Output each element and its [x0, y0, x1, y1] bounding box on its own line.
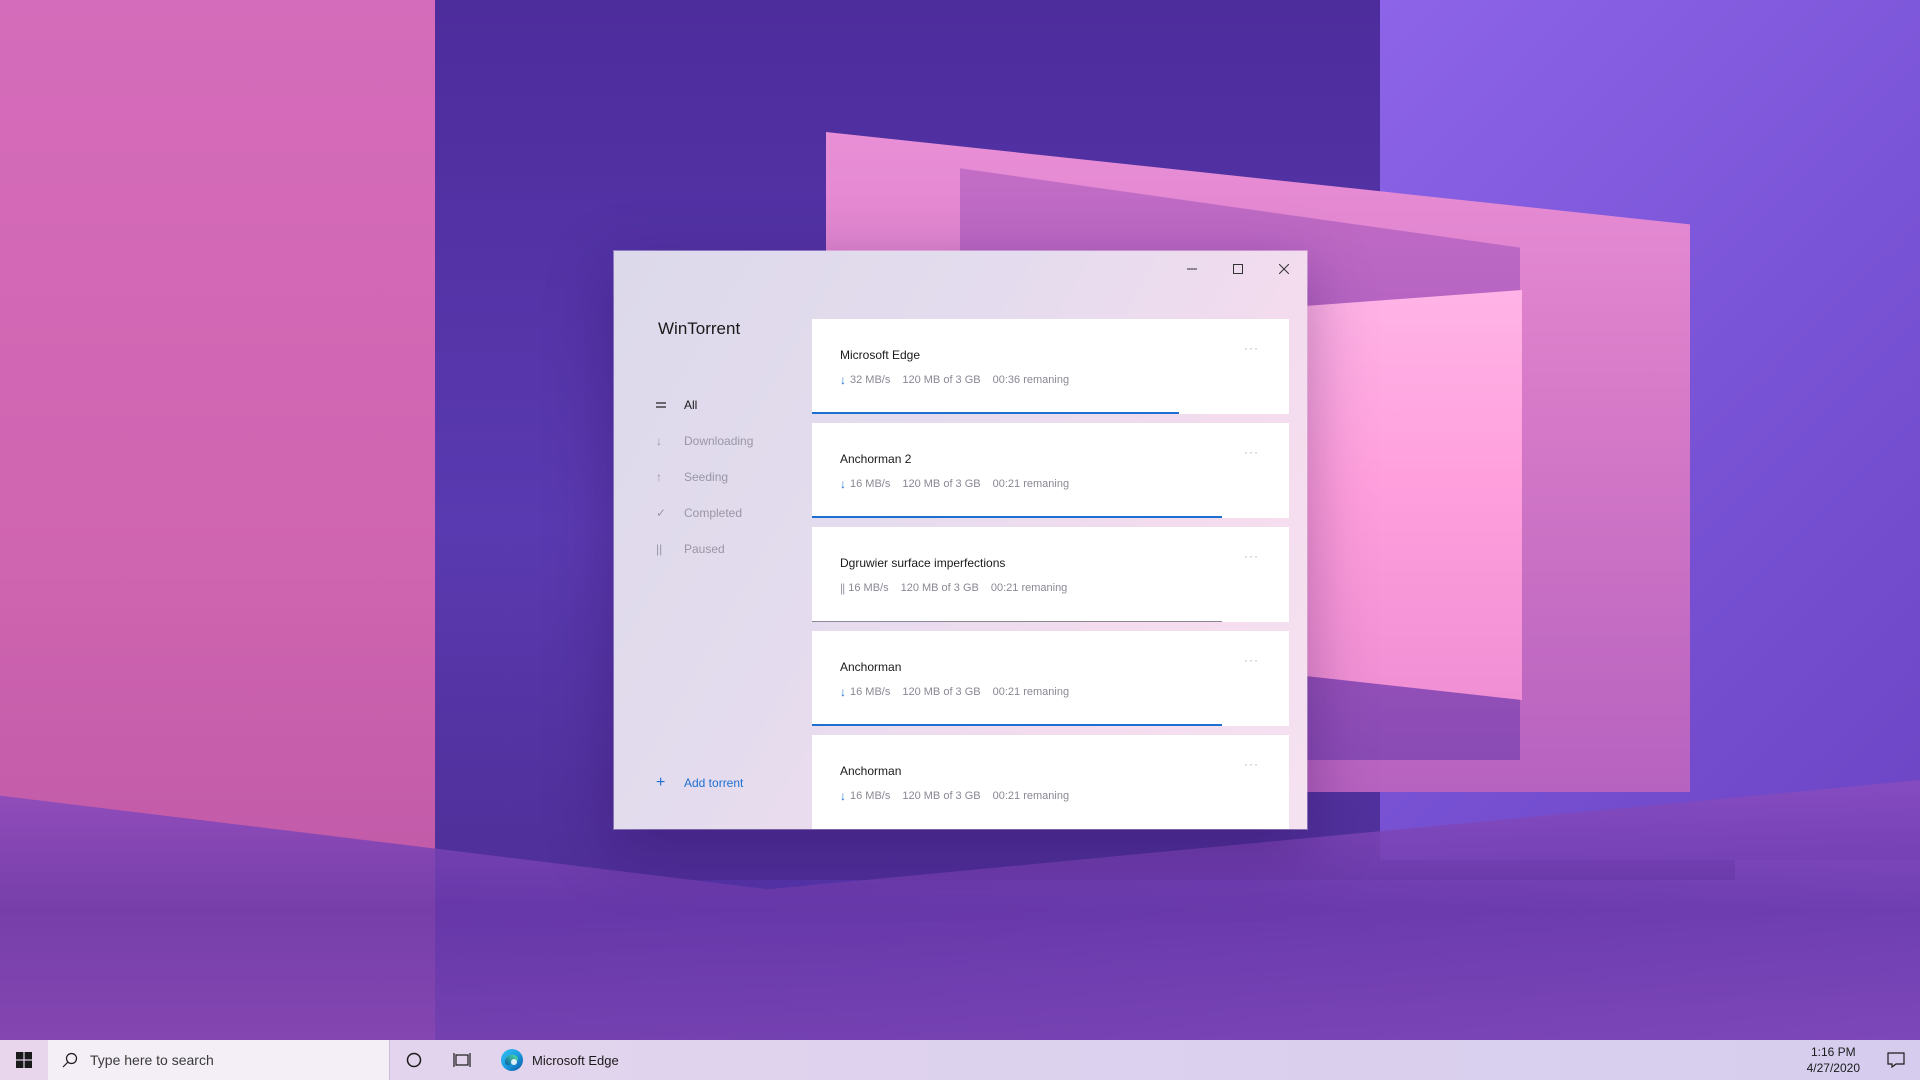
torrent-name: Dgruwier surface imperfections	[840, 556, 1006, 570]
arrow-down-icon: ↓	[656, 434, 662, 448]
taskbar-clock[interactable]: 1:16 PM 4/27/2020	[1807, 1044, 1860, 1076]
arrow-down-icon: ↓	[840, 685, 846, 699]
torrent-speed: 32 MB/s	[850, 374, 891, 386]
torrent-size: 120 MB of 3 GB	[902, 686, 981, 698]
torrent-progress-bar	[812, 412, 1180, 414]
torrent-size: 120 MB of 3 GB	[900, 582, 979, 594]
nav-item-label: All	[684, 398, 698, 412]
torrent-meta: ↓ 16 MB/s 120 MB of 3 GB 00:21 remaning	[840, 685, 1081, 699]
task-view-button[interactable]	[438, 1040, 486, 1080]
torrent-card[interactable]: Anchorman ↓ 16 MB/s 120 MB of 3 GB 00:21 rem…	[812, 735, 1289, 829]
wallpaper-portal-glow	[1300, 290, 1522, 700]
nav-item-label: Downloading	[684, 434, 754, 448]
add-torrent-button[interactable]: + Add torrent	[656, 769, 743, 797]
windows-logo-icon	[16, 1052, 32, 1068]
torrent-progress-bar	[812, 621, 1223, 622]
taskbar-search-box[interactable]: Type here to search	[48, 1040, 390, 1080]
torrent-name: Anchorman	[840, 660, 902, 674]
torrent-progress-bar	[812, 724, 1223, 726]
more-options-icon[interactable]: ···	[1244, 653, 1259, 667]
plus-icon: +	[656, 774, 666, 791]
torrent-size: 120 MB of 3 GB	[902, 374, 981, 386]
arrow-down-icon: ↓	[840, 789, 846, 803]
minimize-icon	[1187, 268, 1197, 270]
nav-item-downloading[interactable]: ↓ Downloading	[656, 423, 816, 459]
cortana-icon	[406, 1052, 422, 1068]
taskbar: Type here to search Microsoft Edge 1:16 …	[0, 1040, 1920, 1080]
torrent-card[interactable]: Anchorman 2 ↓ 16 MB/s 120 MB of 3 GB 00:21 r…	[812, 423, 1289, 518]
add-torrent-label: Add torrent	[684, 776, 744, 790]
torrent-list: Microsoft Edge ↓ 32 MB/s 120 MB of 3 GB 00:3…	[812, 319, 1289, 829]
action-center-button[interactable]	[1872, 1040, 1920, 1080]
arrow-down-icon: ↓	[840, 373, 846, 387]
close-button[interactable]	[1261, 251, 1307, 287]
pause-icon: ||	[840, 581, 845, 595]
torrent-speed: 16 MB/s	[848, 582, 889, 594]
close-icon	[1279, 264, 1289, 274]
torrent-speed: 16 MB/s	[850, 686, 891, 698]
nav-item-label: Seeding	[684, 470, 729, 484]
torrent-speed: 16 MB/s	[850, 790, 891, 802]
taskbar-edge-button[interactable]: Microsoft Edge	[490, 1040, 631, 1080]
torrent-meta: ↓ 32 MB/s 120 MB of 3 GB 00:36 remaning	[840, 373, 1081, 387]
pause-icon: ||	[656, 542, 663, 556]
wintorrent-window: WinTorrent All ↓ Downloading ↑ Seeding ✓…	[614, 251, 1307, 829]
app-title: WinTorrent	[658, 319, 741, 338]
torrent-meta: || 16 MB/s 120 MB of 3 GB 00:21 remaning	[840, 581, 1079, 595]
torrent-meta: ↓ 16 MB/s 120 MB of 3 GB 00:21 remaning	[840, 789, 1081, 803]
clock-time: 1:16 PM	[1810, 1045, 1856, 1059]
cortana-button[interactable]	[390, 1040, 438, 1080]
arrow-up-icon: ↑	[656, 470, 662, 484]
torrent-remaining: 00:21 remaning	[990, 582, 1068, 594]
start-button[interactable]	[0, 1040, 48, 1080]
torrent-meta: ↓ 16 MB/s 120 MB of 3 GB 00:21 remaning	[840, 477, 1081, 491]
arrow-down-icon: ↓	[840, 477, 846, 491]
torrent-card[interactable]: Anchorman ↓ 16 MB/s 120 MB of 3 GB 00:21 rem…	[812, 631, 1289, 726]
nav-item-label: Paused	[684, 542, 725, 556]
more-options-icon[interactable]: ···	[1244, 445, 1259, 459]
torrent-card[interactable]: Dgruwier surface imperfections || 16 MB/s 1…	[812, 527, 1289, 622]
torrent-name: Microsoft Edge	[840, 348, 921, 362]
torrent-name: Anchorman	[840, 764, 902, 778]
notification-icon	[1887, 1052, 1905, 1068]
maximize-icon	[1233, 264, 1243, 274]
edge-icon	[501, 1049, 523, 1071]
sidebar-nav: All ↓ Downloading ↑ Seeding ✓ Completed …	[656, 387, 816, 567]
torrent-remaining: 00:21 remaning	[992, 790, 1070, 802]
nav-item-label: Completed	[684, 506, 743, 520]
nav-item-paused[interactable]: || Paused	[656, 531, 816, 567]
torrent-remaining: 00:21 remaning	[992, 478, 1070, 490]
more-options-icon[interactable]: ···	[1244, 757, 1259, 771]
search-icon	[62, 1052, 78, 1068]
nav-item-completed[interactable]: ✓ Completed	[656, 495, 816, 531]
torrent-size: 120 MB of 3 GB	[902, 790, 981, 802]
more-options-icon[interactable]: ···	[1244, 549, 1259, 563]
torrent-size: 120 MB of 3 GB	[902, 478, 981, 490]
minimize-button[interactable]	[1169, 251, 1215, 287]
nav-item-seeding[interactable]: ↑ Seeding	[656, 459, 816, 495]
maximize-button[interactable]	[1215, 251, 1261, 287]
torrent-remaining: 00:36 remaning	[992, 374, 1070, 386]
list-icon	[656, 401, 684, 409]
more-options-icon[interactable]: ···	[1244, 341, 1259, 355]
clock-date: 4/27/2020	[1806, 1061, 1860, 1075]
check-icon: ✓	[656, 506, 667, 520]
torrent-progress-bar	[812, 516, 1223, 518]
window-controls	[1169, 251, 1307, 287]
torrent-speed: 16 MB/s	[850, 478, 891, 490]
torrent-name: Anchorman 2	[840, 452, 912, 466]
search-placeholder: Type here to search	[90, 1052, 214, 1068]
torrent-remaining: 00:21 remaning	[992, 686, 1070, 698]
nav-item-all[interactable]: All	[656, 387, 816, 423]
torrent-card[interactable]: Microsoft Edge ↓ 32 MB/s 120 MB of 3 GB 00:3…	[812, 319, 1289, 414]
taskbar-edge-label: Microsoft Edge	[532, 1052, 619, 1068]
task-view-icon	[453, 1053, 471, 1067]
